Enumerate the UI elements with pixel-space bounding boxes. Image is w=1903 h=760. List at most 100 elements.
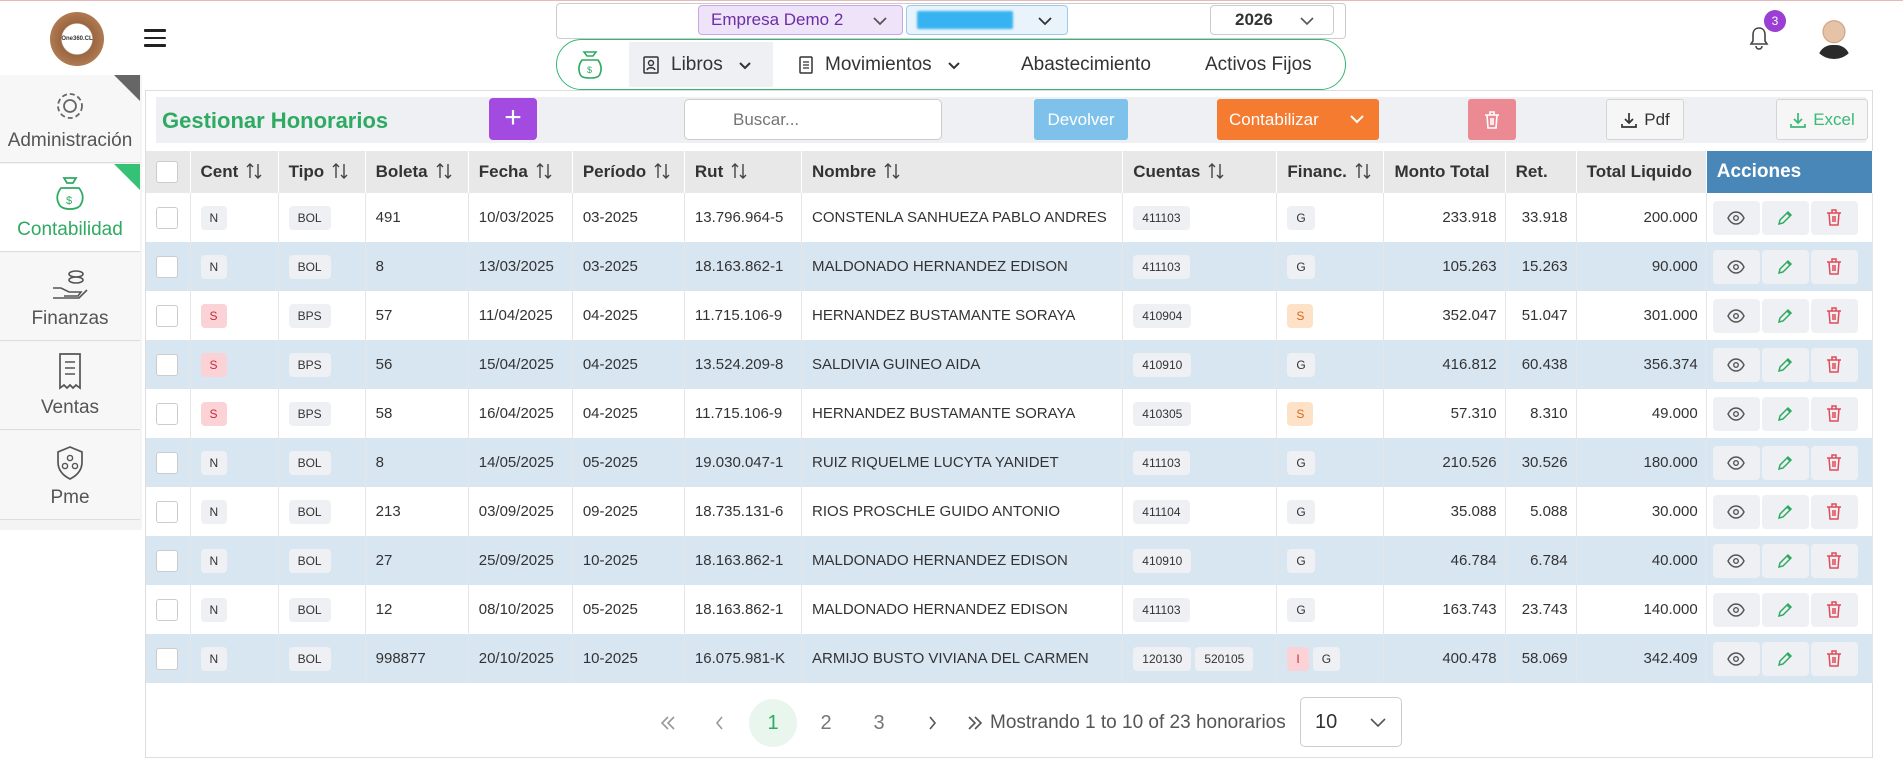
page-3-button[interactable]: 3 bbox=[855, 699, 903, 747]
table-row[interactable]: N BOL 213 03/09/2025 09-2025 18.735.131-6 RIOS… bbox=[146, 487, 1874, 536]
prev-page-icon[interactable] bbox=[696, 699, 744, 747]
first-page-icon[interactable] bbox=[644, 699, 692, 747]
nav-activos-fijos[interactable]: Activos Fijos bbox=[1205, 42, 1312, 87]
table-row[interactable]: N BOL 491 10/03/2025 03-2025 13.796.964-5 CONS… bbox=[146, 193, 1874, 242]
row-checkbox[interactable] bbox=[156, 451, 178, 474]
col-fecha[interactable]: Fecha bbox=[468, 151, 573, 193]
col-periodo[interactable]: Período bbox=[572, 151, 685, 193]
col-boleta[interactable]: Boleta bbox=[365, 151, 469, 193]
page-size-select[interactable]: 10 bbox=[1300, 697, 1402, 747]
row-checkbox[interactable] bbox=[156, 549, 178, 572]
delete-row-button[interactable] bbox=[1810, 494, 1858, 529]
sidebar-item-administracion[interactable]: Administración bbox=[0, 75, 140, 163]
table-row[interactable]: N BOL 998877 20/10/2025 10-2025 16.075.981-K A… bbox=[146, 634, 1874, 683]
logo[interactable]: One360.CL bbox=[50, 12, 104, 66]
row-select-cell[interactable] bbox=[146, 340, 191, 389]
edit-button[interactable] bbox=[1761, 543, 1809, 578]
col-rut[interactable]: Rut bbox=[684, 151, 803, 193]
row-select-cell[interactable] bbox=[146, 487, 191, 536]
year-select[interactable]: 2026 bbox=[1210, 5, 1334, 35]
last-page-icon[interactable] bbox=[961, 699, 989, 747]
edit-button[interactable] bbox=[1761, 641, 1809, 676]
nav-abastecimiento[interactable]: Abastecimiento bbox=[1021, 42, 1151, 87]
delete-row-button[interactable] bbox=[1810, 445, 1858, 480]
col-cent[interactable]: Cent bbox=[190, 151, 279, 193]
row-checkbox[interactable] bbox=[156, 255, 178, 278]
row-checkbox[interactable] bbox=[156, 500, 178, 523]
select-all-checkbox[interactable] bbox=[156, 161, 178, 183]
edit-button[interactable] bbox=[1761, 494, 1809, 529]
sucursal-select[interactable] bbox=[906, 5, 1068, 35]
sidebar-item-ventas[interactable]: Ventas bbox=[0, 342, 140, 430]
row-select-cell[interactable] bbox=[146, 389, 191, 438]
pdf-button[interactable]: Pdf bbox=[1606, 99, 1684, 140]
row-select-cell[interactable] bbox=[146, 536, 191, 585]
table-row[interactable]: S BPS 57 11/04/2025 04-2025 11.715.106-9 HERNA… bbox=[146, 291, 1874, 340]
delete-row-button[interactable] bbox=[1810, 347, 1858, 382]
table-row[interactable]: S BPS 56 15/04/2025 04-2025 13.524.209-8 SALDI… bbox=[146, 340, 1874, 389]
delete-row-button[interactable] bbox=[1810, 200, 1858, 235]
row-select-cell[interactable] bbox=[146, 438, 191, 487]
devolver-button[interactable]: Devolver bbox=[1034, 99, 1128, 140]
table-row[interactable]: N BOL 27 25/09/2025 10-2025 18.163.862-1 MALDO… bbox=[146, 536, 1874, 585]
row-checkbox[interactable] bbox=[156, 598, 178, 621]
view-button[interactable] bbox=[1712, 396, 1760, 431]
row-checkbox[interactable] bbox=[156, 206, 178, 229]
view-button[interactable] bbox=[1712, 494, 1760, 529]
row-select-cell[interactable] bbox=[146, 634, 191, 683]
edit-button[interactable] bbox=[1761, 592, 1809, 627]
table-row[interactable]: S BPS 58 16/04/2025 04-2025 11.715.106-9 HERNA… bbox=[146, 389, 1874, 438]
edit-button[interactable] bbox=[1761, 249, 1809, 284]
table-row[interactable]: N BOL 12 08/10/2025 05-2025 18.163.862-1 MALDO… bbox=[146, 585, 1874, 634]
nav-libros[interactable]: Libros bbox=[629, 42, 773, 87]
view-button[interactable] bbox=[1712, 592, 1760, 627]
contabilizar-button[interactable]: Contabilizar bbox=[1217, 99, 1379, 140]
edit-button[interactable] bbox=[1761, 200, 1809, 235]
view-button[interactable] bbox=[1712, 445, 1760, 480]
col-financ[interactable]: Financ. bbox=[1276, 151, 1385, 193]
col-tipo[interactable]: Tipo bbox=[278, 151, 366, 193]
view-button[interactable] bbox=[1712, 543, 1760, 578]
view-button[interactable] bbox=[1712, 200, 1760, 235]
table-row[interactable]: N BOL 8 13/03/2025 03-2025 18.163.862-1 MALDON… bbox=[146, 242, 1874, 291]
delete-row-button[interactable] bbox=[1810, 298, 1858, 333]
sidebar-item-contabilidad[interactable]: $ Contabilidad bbox=[0, 164, 140, 252]
col-nombre[interactable]: Nombre bbox=[801, 151, 1124, 193]
empresa-select[interactable]: Empresa Demo 2 bbox=[698, 5, 903, 35]
view-button[interactable] bbox=[1712, 298, 1760, 333]
excel-button[interactable]: Excel bbox=[1776, 99, 1868, 140]
delete-button[interactable] bbox=[1468, 99, 1516, 140]
col-cuentas[interactable]: Cuentas bbox=[1122, 151, 1278, 193]
edit-button[interactable] bbox=[1761, 347, 1809, 382]
view-button[interactable] bbox=[1712, 641, 1760, 676]
table-row[interactable]: N BOL 8 14/05/2025 05-2025 19.030.047-1 RUIZ R… bbox=[146, 438, 1874, 487]
delete-row-button[interactable] bbox=[1810, 641, 1858, 676]
edit-button[interactable] bbox=[1761, 396, 1809, 431]
edit-button[interactable] bbox=[1761, 298, 1809, 333]
row-select-cell[interactable] bbox=[146, 585, 191, 634]
sidebar-item-finanzas[interactable]: Finanzas bbox=[0, 253, 140, 341]
next-page-icon[interactable] bbox=[908, 699, 956, 747]
row-select-cell[interactable] bbox=[146, 242, 191, 291]
delete-row-button[interactable] bbox=[1810, 592, 1858, 627]
row-checkbox[interactable] bbox=[156, 647, 178, 670]
view-button[interactable] bbox=[1712, 347, 1760, 382]
delete-row-button[interactable] bbox=[1810, 396, 1858, 431]
edit-button[interactable] bbox=[1761, 445, 1809, 480]
row-checkbox[interactable] bbox=[156, 353, 178, 376]
row-select-cell[interactable] bbox=[146, 291, 191, 340]
select-all-header[interactable] bbox=[146, 151, 191, 193]
add-button[interactable]: + bbox=[489, 98, 537, 140]
avatar[interactable] bbox=[1812, 15, 1856, 59]
search-input[interactable] bbox=[684, 99, 942, 140]
nav-movimientos[interactable]: Movimientos bbox=[797, 42, 962, 87]
page-2-button[interactable]: 2 bbox=[802, 699, 850, 747]
row-select-cell[interactable] bbox=[146, 193, 191, 242]
row-checkbox[interactable] bbox=[156, 304, 178, 327]
hamburger-menu-icon[interactable] bbox=[144, 29, 166, 47]
sidebar-item-pme[interactable]: Pme bbox=[0, 431, 140, 520]
row-checkbox[interactable] bbox=[156, 402, 178, 425]
page-1-button[interactable]: 1 bbox=[749, 699, 797, 747]
view-button[interactable] bbox=[1712, 249, 1760, 284]
delete-row-button[interactable] bbox=[1810, 543, 1858, 578]
